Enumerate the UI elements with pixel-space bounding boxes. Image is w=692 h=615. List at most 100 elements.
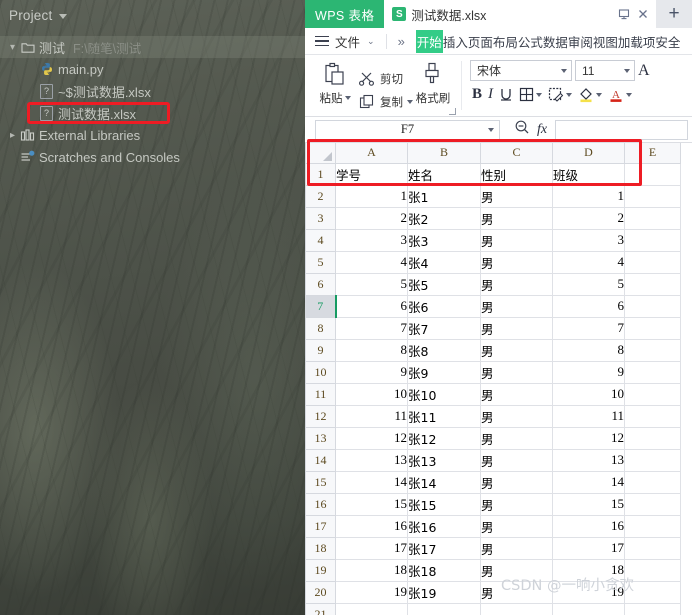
- row-header-12[interactable]: 12: [305, 404, 336, 428]
- cell-B7[interactable]: 张6: [407, 294, 481, 318]
- row-header-7[interactable]: 7: [305, 294, 337, 318]
- row-header-4[interactable]: 4: [305, 228, 336, 252]
- cell-E8[interactable]: [624, 316, 681, 340]
- cell-D6[interactable]: 5: [552, 272, 625, 296]
- cell-E14[interactable]: [624, 448, 681, 472]
- borders-button[interactable]: [519, 87, 543, 102]
- cell-C11[interactable]: 男: [480, 382, 553, 406]
- cell-C14[interactable]: 男: [480, 448, 553, 472]
- cell-B9[interactable]: 张8: [407, 338, 481, 362]
- project-panel-header[interactable]: Project: [0, 0, 305, 30]
- cell-E6[interactable]: [624, 272, 681, 296]
- cell-B21[interactable]: [407, 602, 481, 615]
- increase-font-size-icon[interactable]: A: [638, 62, 650, 80]
- clipboard-group-expand-icon[interactable]: [449, 108, 456, 115]
- caret-down-icon[interactable]: [596, 92, 603, 97]
- cell-A6[interactable]: 5: [335, 272, 408, 296]
- tree-item-2[interactable]: ? ~$测试数据.xlsx: [0, 80, 305, 102]
- cut-button[interactable]: 剪切: [359, 71, 413, 87]
- cell-D16[interactable]: 15: [552, 492, 625, 516]
- bold-button[interactable]: B: [472, 86, 482, 103]
- cell-D7[interactable]: 6: [552, 294, 625, 318]
- cell-B18[interactable]: 张17: [407, 536, 481, 560]
- cell-E5[interactable]: [624, 250, 681, 274]
- caret-down-icon[interactable]: [488, 127, 494, 132]
- row-header-19[interactable]: 19: [305, 558, 336, 582]
- select-all-corner[interactable]: [305, 143, 336, 164]
- cell-A5[interactable]: 4: [335, 250, 408, 274]
- cell-A10[interactable]: 9: [335, 360, 408, 384]
- cell-C9[interactable]: 男: [480, 338, 553, 362]
- cell-E20[interactable]: [624, 580, 681, 604]
- column-header-C[interactable]: C: [480, 143, 553, 164]
- ribbon-tab-2[interactable]: 页面布局: [468, 32, 518, 51]
- column-header-B[interactable]: B: [407, 143, 481, 164]
- cell-E16[interactable]: [624, 492, 681, 516]
- cell-C15[interactable]: 男: [480, 470, 553, 494]
- chevron-down-icon[interactable]: [59, 13, 68, 19]
- cell-D13[interactable]: 12: [552, 426, 625, 450]
- file-menu-button[interactable]: 文件: [335, 32, 360, 51]
- ribbon-tab-0[interactable]: 开始: [415, 29, 443, 53]
- cell-D2[interactable]: 1: [552, 184, 625, 208]
- cell-C20[interactable]: 男: [480, 580, 553, 604]
- cell-E12[interactable]: [624, 404, 681, 428]
- cell-C8[interactable]: 男: [480, 316, 553, 340]
- cell-E2[interactable]: [624, 184, 681, 208]
- cell-D8[interactable]: 7: [552, 316, 625, 340]
- row-header-2[interactable]: 2: [305, 184, 336, 208]
- cell-B5[interactable]: 张4: [407, 250, 481, 274]
- cell-D11[interactable]: 10: [552, 382, 625, 406]
- row-header-8[interactable]: 8: [305, 316, 336, 340]
- name-box[interactable]: F7: [315, 119, 500, 140]
- column-header-A[interactable]: A: [335, 143, 408, 164]
- cell-B4[interactable]: 张3: [407, 228, 481, 252]
- ribbon-tab-4[interactable]: 数据: [543, 32, 568, 51]
- cell-E19[interactable]: [624, 558, 681, 582]
- cell-D3[interactable]: 2: [552, 206, 625, 230]
- cell-E15[interactable]: [624, 470, 681, 494]
- cell-A13[interactable]: 12: [335, 426, 408, 450]
- row-header-10[interactable]: 10: [305, 360, 336, 384]
- format-painter-button[interactable]: 格式刷: [413, 59, 453, 116]
- tree-item-5[interactable]: Scratches and Consoles: [0, 146, 305, 168]
- caret-down-icon[interactable]: [561, 68, 567, 73]
- cell-B2[interactable]: 张1: [407, 184, 481, 208]
- cell-C13[interactable]: 男: [480, 426, 553, 450]
- font-size-select[interactable]: 11: [575, 60, 635, 81]
- chevron-right-icon[interactable]: ▸: [6, 130, 19, 141]
- ribbon-tab-8[interactable]: 安全: [655, 32, 680, 51]
- cell-B15[interactable]: 张14: [407, 470, 481, 494]
- cell-B14[interactable]: 张13: [407, 448, 481, 472]
- paste-button[interactable]: 粘贴: [313, 59, 357, 116]
- column-header-D[interactable]: D: [552, 143, 625, 164]
- cell-D17[interactable]: 16: [552, 514, 625, 538]
- cell-C5[interactable]: 男: [480, 250, 553, 274]
- font-family-select[interactable]: 宋体: [470, 60, 572, 81]
- formula-input[interactable]: [555, 119, 688, 140]
- row-header-3[interactable]: 3: [305, 206, 336, 230]
- cell-C21[interactable]: [480, 602, 553, 615]
- cell-C17[interactable]: 男: [480, 514, 553, 538]
- cell-C6[interactable]: 男: [480, 272, 553, 296]
- cell-D5[interactable]: 4: [552, 250, 625, 274]
- underline-button[interactable]: [499, 87, 513, 102]
- row-header-6[interactable]: 6: [305, 272, 336, 296]
- cell-A2[interactable]: 1: [335, 184, 408, 208]
- cell-E3[interactable]: [624, 206, 681, 230]
- caret-down-icon[interactable]: [536, 92, 543, 97]
- cell-B13[interactable]: 张12: [407, 426, 481, 450]
- cell-E9[interactable]: [624, 338, 681, 362]
- row-header-16[interactable]: 16: [305, 492, 336, 516]
- italic-button[interactable]: I: [488, 86, 493, 103]
- cell-C12[interactable]: 男: [480, 404, 553, 428]
- document-tab[interactable]: S 测试数据.xlsx: [384, 0, 656, 28]
- cell-A18[interactable]: 17: [335, 536, 408, 560]
- cell-D20[interactable]: 19: [552, 580, 625, 604]
- cell-A11[interactable]: 10: [335, 382, 408, 406]
- cell-B20[interactable]: 张19: [407, 580, 481, 604]
- chevron-down-icon[interactable]: ▾: [6, 42, 19, 53]
- zoom-out-icon[interactable]: [514, 119, 530, 140]
- cell-A8[interactable]: 7: [335, 316, 408, 340]
- cell-A14[interactable]: 13: [335, 448, 408, 472]
